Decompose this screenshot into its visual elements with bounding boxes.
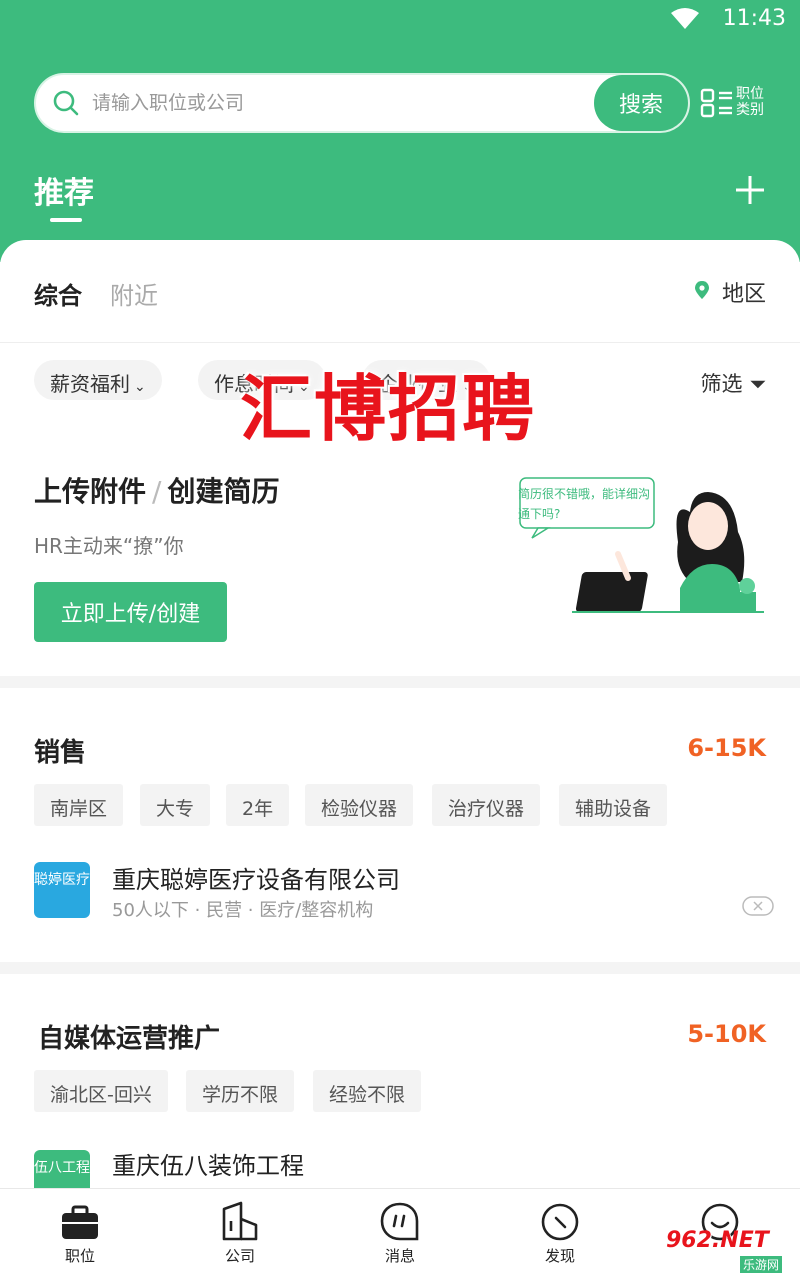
tab-indicator [50, 218, 82, 222]
hr-speech-bubble: 简历很不错哦，能详细沟通下吗? [518, 487, 651, 521]
briefcase-icon [62, 1205, 98, 1239]
job-tag: 辅助设备 [559, 784, 668, 826]
nav-label: 消息 [384, 1247, 415, 1265]
job-salary: 5-10K [687, 1020, 766, 1048]
site-badge-sub: 乐游网 [740, 1256, 783, 1273]
message-icon [380, 1202, 419, 1241]
upload-title-b: 创建简历 [167, 475, 280, 508]
company-logo: 聪婷医疗 [34, 862, 90, 918]
company-name: 重庆伍八装饰工程 [112, 1152, 304, 1180]
nav-company[interactable]: 公司 [190, 1201, 290, 1277]
nav-messages[interactable]: 消息 [350, 1201, 450, 1277]
grid-icon [700, 88, 732, 118]
job-salary: 6-15K [687, 734, 766, 762]
filter-label: 筛选 [700, 372, 743, 396]
nav-label: 职位 [64, 1247, 95, 1265]
job-tag: 学历不限 [186, 1070, 295, 1112]
job-title: 自媒体运营推广 [38, 1024, 221, 1054]
subtab-nearby[interactable]: 附近 [110, 276, 158, 311]
job-tag: 大专 [140, 784, 211, 826]
section-gap [0, 962, 800, 974]
company-name: 重庆聪婷医疗设备有限公司 [112, 866, 400, 894]
status-time: 11:43 [722, 6, 786, 31]
tab-recommend[interactable]: 推荐 [34, 168, 94, 212]
upload-title: 上传附件 / 创建简历 [34, 470, 279, 510]
company-meta: 50人以下 · 民营 · 医疗/整容机构 [112, 900, 374, 921]
job-tag: 治疗仪器 [432, 784, 541, 826]
job-category-label: 职位类别 [736, 86, 764, 118]
job-category-button[interactable]: 职位类别 [700, 84, 772, 124]
upload-resume-button[interactable]: 立即上传/创建 [34, 582, 227, 642]
job-tag: 2年 [226, 784, 290, 826]
upload-subtitle: HR主动来“撩”你 [34, 534, 184, 558]
add-icon[interactable] [734, 174, 766, 206]
job-tag: 经验不限 [313, 1070, 422, 1112]
funnel-icon: ⏷ [749, 372, 766, 396]
job-tag: 检验仪器 [305, 784, 414, 826]
dismiss-icon[interactable] [742, 896, 774, 916]
subtab-comprehensive[interactable]: 综合 [34, 276, 82, 311]
region-selector[interactable]: 地区 [722, 276, 766, 308]
nav-jobs[interactable]: 职位 [30, 1201, 130, 1277]
job-tag: 南岸区 [34, 784, 124, 826]
section-gap [0, 676, 800, 688]
building-icon [222, 1201, 258, 1241]
job-tag: 渝北区-回兴 [34, 1070, 168, 1112]
chip-salary-benefits[interactable]: 薪资福利 ⌄ [34, 360, 162, 400]
location-pin-icon [695, 281, 709, 299]
chevron-down-icon: ⌄ [134, 379, 146, 395]
upload-title-a: 上传附件 [34, 475, 147, 508]
compass-icon [541, 1203, 579, 1241]
search-button[interactable]: 搜索 [594, 75, 688, 131]
nav-label: 公司 [224, 1247, 255, 1265]
nav-discover[interactable]: 发现 [510, 1201, 610, 1277]
title-slash: / [152, 475, 162, 508]
nav-label: 发现 [544, 1247, 575, 1265]
divider [0, 342, 800, 343]
search-icon [53, 90, 79, 116]
search-bar[interactable]: 搜索 [34, 73, 690, 133]
app-header: 11:43 搜索 职位类别 推荐 [0, 0, 800, 262]
job-title: 销售 [34, 738, 87, 768]
watermark-title: 汇博招聘 [240, 367, 537, 451]
filter-button[interactable]: 筛选 ⏷ [701, 368, 767, 398]
wifi-icon [671, 8, 699, 29]
site-badge: 962.NET [666, 1228, 769, 1253]
search-input[interactable] [92, 83, 572, 123]
chip-label: 薪资福利 [50, 372, 130, 396]
company-logo: 伍八工程 [34, 1150, 90, 1188]
